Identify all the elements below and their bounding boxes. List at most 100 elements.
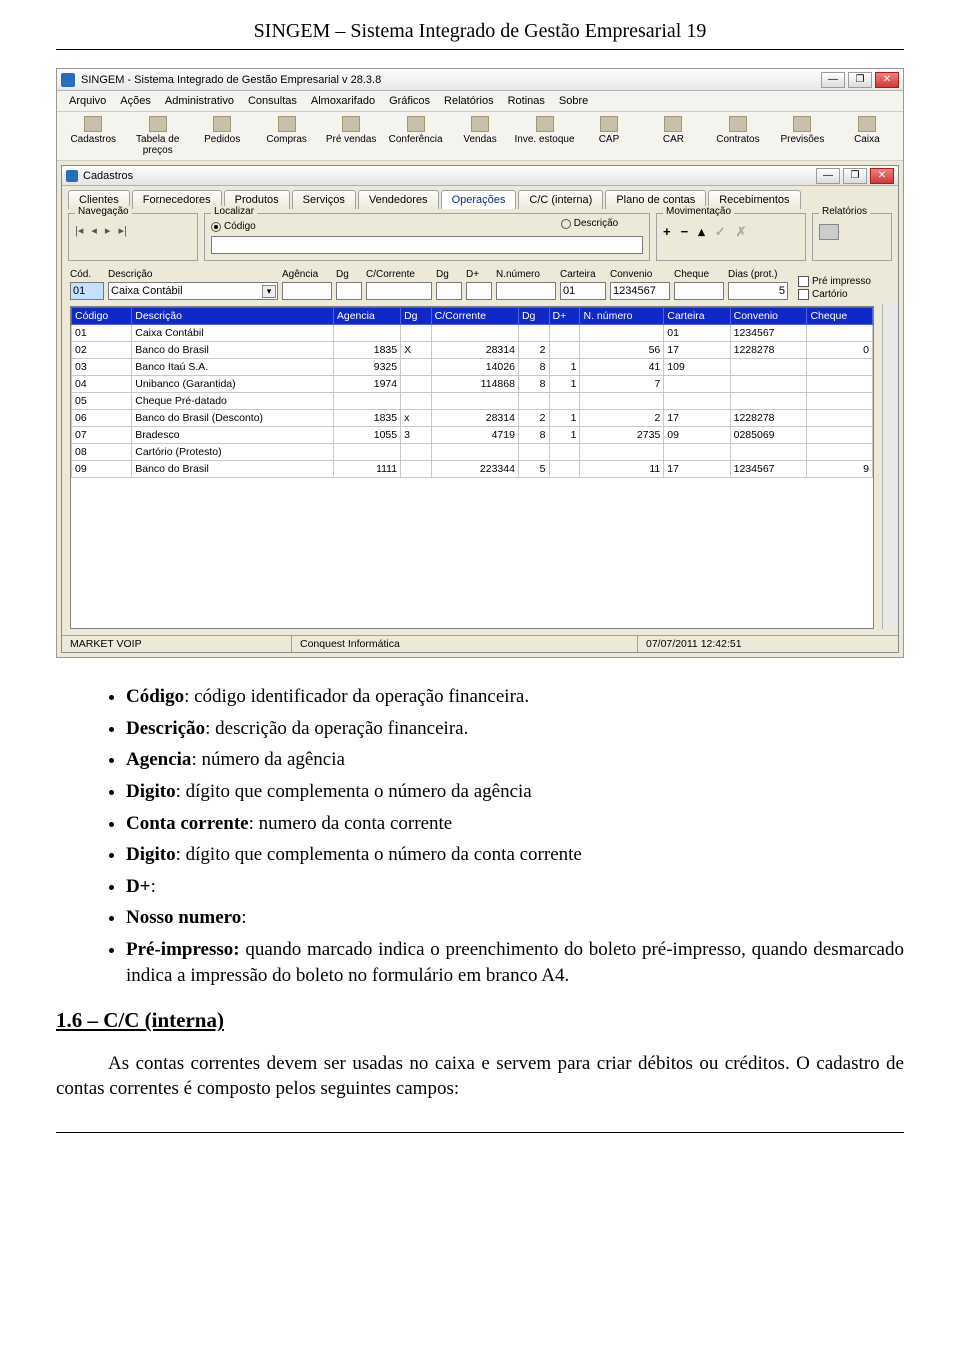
status-center: Conquest Informática — [292, 636, 638, 652]
bullet-item: Descrição: descrição da operação finance… — [126, 716, 904, 742]
child-window: Cadastros — ❐ ✕ Clientes Fornecedores Pr… — [61, 165, 899, 653]
fld-carteira[interactable] — [560, 282, 606, 300]
tool-vendas[interactable]: Vendas — [448, 114, 512, 158]
fld-desc[interactable] — [108, 282, 278, 300]
table-row[interactable]: 02Banco do Brasil1835X283142561712282780 — [72, 342, 873, 359]
rule-bottom — [56, 1132, 904, 1133]
tool-pedidos[interactable]: Pedidos — [190, 114, 254, 158]
fld-nnumero[interactable] — [496, 282, 556, 300]
nav-first-icon[interactable]: |◂ — [75, 224, 83, 237]
table-row[interactable]: 01Caixa Contábil011234567 — [72, 325, 873, 342]
grid-header[interactable]: Dg — [401, 308, 432, 325]
grid-header[interactable]: C/Corrente — [431, 308, 518, 325]
table-row[interactable]: 06Banco do Brasil (Desconto)1835x2831421… — [72, 410, 873, 427]
tool-pre-vendas[interactable]: Pré vendas — [319, 114, 383, 158]
child-minimize[interactable]: — — [816, 168, 840, 184]
group-movimentacao: Movimentação + − ▴ ✓ ✗ — [656, 213, 806, 261]
bullet-item: Código: código identificador da operação… — [126, 684, 904, 710]
app-screenshot: SINGEM - Sistema Integrado de Gestão Emp… — [56, 68, 904, 658]
subtabs: Clientes Fornecedores Produtos Serviços … — [62, 186, 898, 209]
nav-next-icon[interactable]: ▸ — [105, 224, 111, 237]
grid-header[interactable]: Descrição — [132, 308, 334, 325]
grid-header[interactable]: Agencia — [333, 308, 400, 325]
radio-descricao[interactable]: Descrição — [561, 218, 618, 229]
bullet-item: Nosso numero: — [126, 905, 904, 931]
fld-ccorrente[interactable] — [366, 282, 432, 300]
fld-dias[interactable] — [728, 282, 788, 300]
fld-convenio[interactable] — [610, 282, 670, 300]
print-icon[interactable] — [819, 224, 839, 240]
tab-cc-interna[interactable]: C/C (interna) — [518, 190, 603, 209]
group-relatorios: Relatórios — [812, 213, 892, 261]
remove-icon[interactable]: − — [681, 224, 689, 240]
tool-conferencia[interactable]: Conferência — [383, 114, 447, 158]
menu-item[interactable]: Sobre — [553, 93, 594, 109]
minimize-button[interactable]: — — [821, 72, 845, 88]
tool-previsoes[interactable]: Previsões — [770, 114, 834, 158]
grid-header[interactable]: Convenio — [730, 308, 807, 325]
tool-car[interactable]: CAR — [641, 114, 705, 158]
menu-item[interactable]: Administrativo — [159, 93, 240, 109]
tool-cadastros[interactable]: Cadastros — [61, 114, 125, 158]
grid-header[interactable]: Cheque — [807, 308, 873, 325]
table-row[interactable]: 09Banco do Brasil11112233445111712345679 — [72, 461, 873, 478]
fld-dplus[interactable] — [466, 282, 492, 300]
tab-vendedores[interactable]: Vendedores — [358, 190, 439, 209]
grid-header[interactable]: Dg — [518, 308, 549, 325]
grid-header[interactable]: D+ — [549, 308, 580, 325]
scrollbar[interactable] — [882, 304, 898, 629]
table-row[interactable]: 08Cartório (Protesto) — [72, 444, 873, 461]
edit-icon[interactable]: ▴ — [698, 224, 705, 240]
menu-item[interactable]: Ações — [114, 93, 157, 109]
tab-operacoes[interactable]: Operações — [441, 190, 517, 209]
form-row: Cód. Descrição▾ Agência Dg C/Corrente Dg… — [62, 265, 898, 304]
fld-cod[interactable] — [70, 282, 104, 300]
section-heading: 1.6 – C/C (interna) — [56, 1006, 904, 1034]
fld-agencia[interactable] — [282, 282, 332, 300]
fld-cheque[interactable] — [674, 282, 724, 300]
tool-inve-estoque[interactable]: Inve. estoque — [512, 114, 576, 158]
grid-header[interactable]: N. número — [580, 308, 664, 325]
menu-item[interactable]: Gráficos — [383, 93, 436, 109]
menu-item[interactable]: Almoxarifado — [305, 93, 381, 109]
add-icon[interactable]: + — [663, 224, 671, 240]
tool-caixa[interactable]: Caixa — [835, 114, 899, 158]
nav-last-icon[interactable]: ▸| — [118, 224, 126, 237]
menu-item[interactable]: Arquivo — [63, 93, 112, 109]
fld-dg1[interactable] — [336, 282, 362, 300]
tool-compras[interactable]: Compras — [254, 114, 318, 158]
data-grid[interactable]: CódigoDescriçãoAgenciaDgC/CorrenteDgD+N.… — [70, 306, 874, 629]
child-title-text: Cadastros — [83, 170, 133, 182]
legend-rep: Relatórios — [819, 206, 870, 217]
close-button[interactable]: ✕ — [875, 72, 899, 88]
chk-pre-impresso[interactable]: Pré impresso — [798, 276, 871, 287]
table-row[interactable]: 05Cheque Pré-datado — [72, 393, 873, 410]
tool-tabela-precos[interactable]: Tabela de preços — [125, 114, 189, 158]
tool-cap[interactable]: CAP — [577, 114, 641, 158]
grid-blank-area — [71, 478, 873, 628]
menu-item[interactable]: Consultas — [242, 93, 303, 109]
tab-fornecedores[interactable]: Fornecedores — [132, 190, 222, 209]
grid-header[interactable]: Código — [72, 308, 132, 325]
menu-item[interactable]: Relatórios — [438, 93, 500, 109]
child-maximize[interactable]: ❐ — [843, 168, 867, 184]
table-row[interactable]: 07Bradesco105534719812735090285069 — [72, 427, 873, 444]
maximize-button[interactable]: ❐ — [848, 72, 872, 88]
fld-dg2[interactable] — [436, 282, 462, 300]
lbl-cart: Carteira — [560, 269, 606, 280]
tab-servicos[interactable]: Serviços — [292, 190, 356, 209]
table-row[interactable]: 04Unibanco (Garantida)1974114868817 — [72, 376, 873, 393]
grid-header[interactable]: Carteira — [664, 308, 730, 325]
dropdown-icon[interactable]: ▾ — [262, 285, 276, 298]
lbl-dplus: D+ — [466, 269, 492, 280]
nav-prev-icon[interactable]: ◂ — [91, 224, 97, 237]
tool-contratos[interactable]: Contratos — [706, 114, 770, 158]
lbl-desc: Descrição — [108, 269, 278, 280]
menu-item[interactable]: Rotinas — [502, 93, 551, 109]
search-input[interactable] — [211, 236, 643, 254]
child-close[interactable]: ✕ — [870, 168, 894, 184]
menubar: Arquivo Ações Administrativo Consultas A… — [57, 91, 903, 112]
table-row[interactable]: 03Banco Itaú S.A.9325140268141109 — [72, 359, 873, 376]
chk-cartorio[interactable]: Cartório — [798, 289, 871, 300]
radio-codigo[interactable]: Código — [211, 221, 256, 232]
